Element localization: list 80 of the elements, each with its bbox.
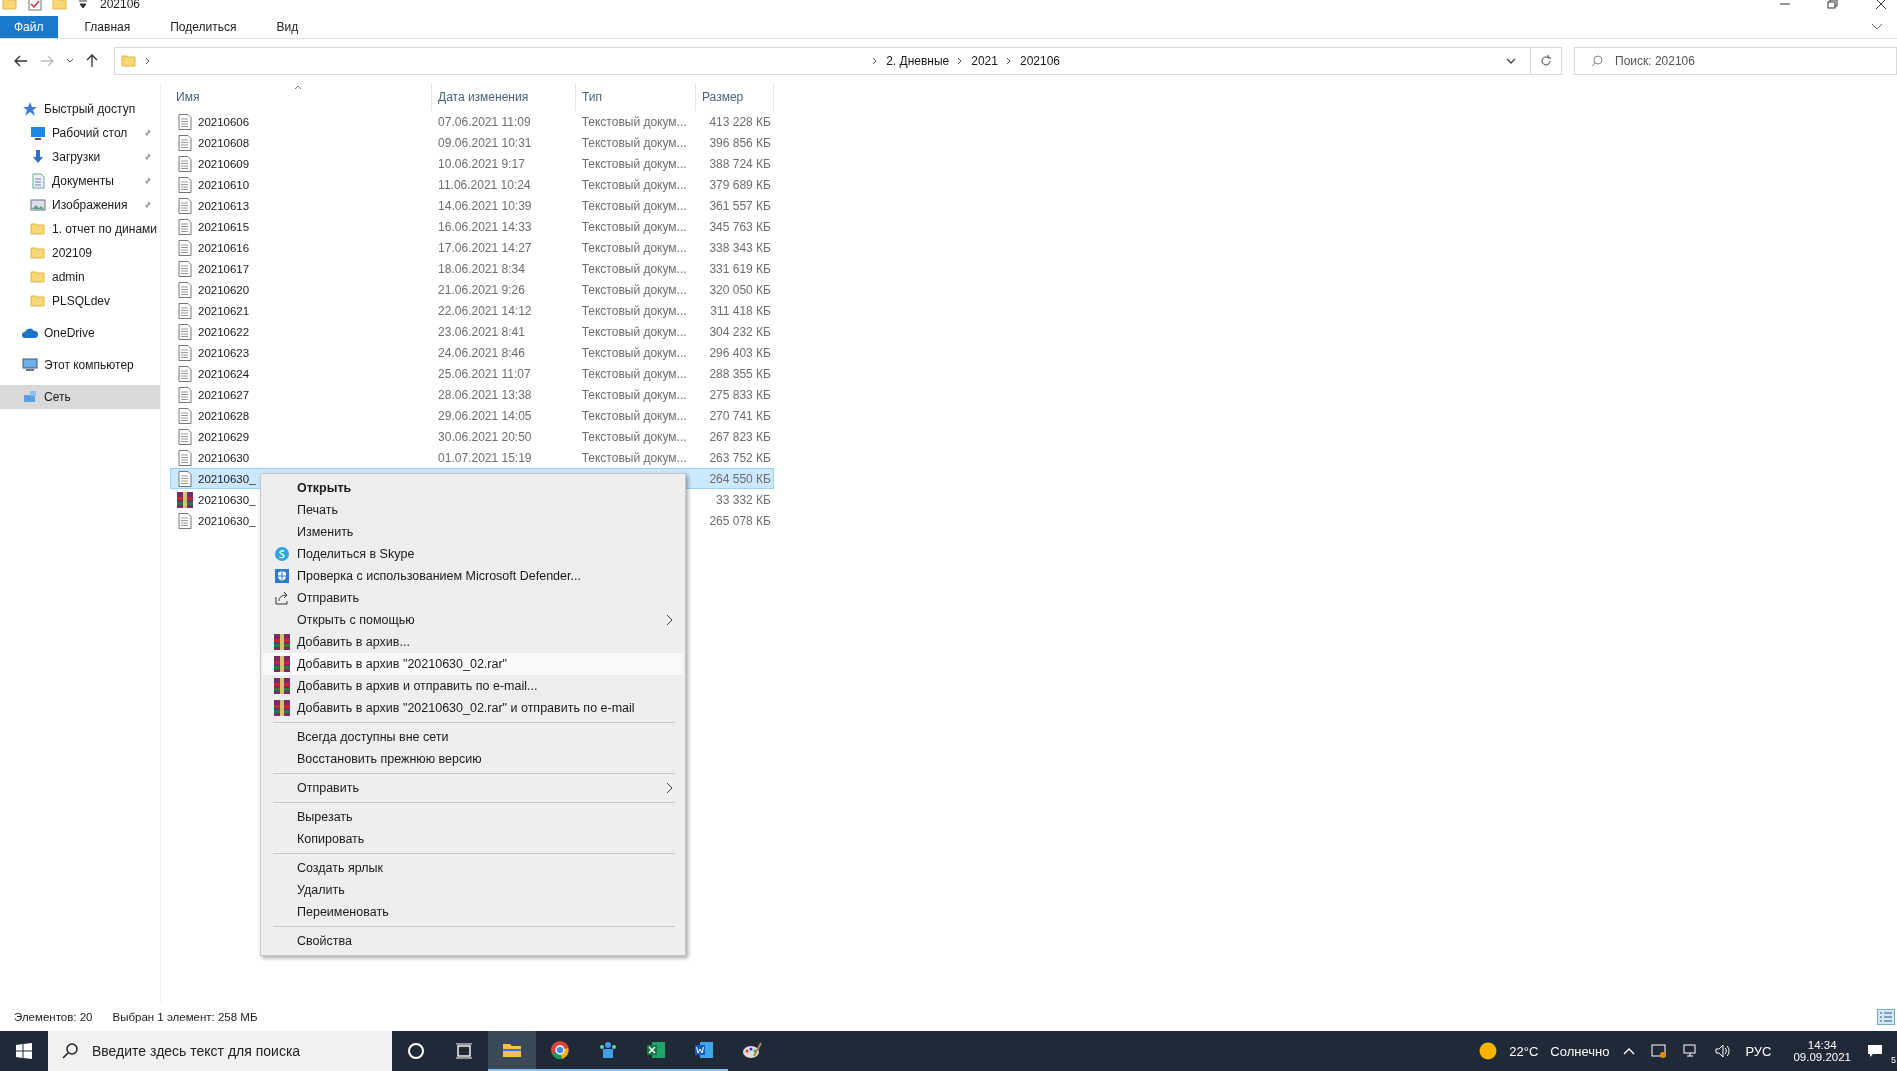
file-type: Текстовый докум...: [581, 408, 687, 423]
file-type: Текстовый докум...: [581, 261, 687, 276]
file-size: 304 232 КБ: [709, 324, 771, 339]
modified-date: 09.06.2021 10:31: [438, 135, 532, 150]
file-type: Текстовый докум...: [581, 429, 687, 444]
status-text: Выбран 1 элемент: 258 МБ: [112, 1011, 258, 1023]
file-size: 296 403 КБ: [709, 345, 771, 360]
file-name: 20210630: [198, 451, 250, 464]
file-size: 311 418 КБ: [710, 303, 771, 318]
modified-date: 16.06.2021 14:33: [438, 219, 532, 234]
file-size: 331 619 КБ: [709, 261, 771, 276]
file-size: 396 856 КБ: [709, 135, 771, 150]
modified-date: 25.06.2021 11:07: [438, 366, 531, 381]
file-size: 320 050 КБ: [709, 282, 771, 297]
file-type: Текстовый докум...: [581, 387, 687, 402]
file-name: 20210621: [198, 304, 250, 317]
file-size: 288 355 КБ: [709, 366, 771, 381]
file-name: 20210630_: [198, 472, 256, 485]
file-type: Текстовый докум...: [581, 366, 687, 381]
file-size: 33 332 КБ: [716, 492, 771, 507]
modified-date: 01.07.2021 15:19: [438, 450, 532, 465]
file-type: Текстовый докум...: [581, 345, 687, 360]
file-name: 20210622: [198, 325, 250, 338]
file-type: Текстовый докум...: [581, 219, 687, 234]
modified-date: 30.06.2021 20:50: [438, 429, 532, 444]
file-name: 20210623: [198, 346, 250, 359]
weather-condition: Солнечно: [1550, 1043, 1610, 1059]
file-size: 379 689 КБ: [709, 177, 771, 192]
file-name: 20210609: [198, 157, 250, 170]
file-name: 20210628: [198, 409, 250, 422]
modified-date: 10.06.2021 9:17: [438, 156, 525, 171]
file-type: Текстовый докум...: [581, 177, 687, 192]
file-size: 388 724 КБ: [709, 156, 771, 171]
file-type: Текстовый докум...: [581, 324, 687, 339]
file-size: 264 550 КБ: [709, 471, 771, 486]
file-size: 338 343 КБ: [709, 240, 771, 255]
file-type: Текстовый докум...: [581, 135, 687, 150]
file-size: 270 741 КБ: [709, 408, 771, 423]
file-name: 20210630_: [198, 514, 256, 527]
modified-date: 11.06.2021 10:24: [438, 177, 531, 192]
file-type: Текстовый докум...: [581, 450, 687, 465]
modified-date: 17.06.2021 14:27: [438, 240, 532, 255]
file-name: 20210606: [198, 115, 250, 128]
file-type: Текстовый докум...: [581, 303, 687, 318]
modified-date: 23.06.2021 8:41: [438, 324, 525, 339]
notification-count: 5: [1890, 1055, 1897, 1065]
file-size: 361 557 КБ: [709, 198, 771, 213]
modified-date: 14.06.2021 10:39: [438, 198, 532, 213]
modified-date: 18.06.2021 8:34: [438, 261, 525, 276]
file-size: 413 228 КБ: [709, 114, 771, 129]
modified-date: 28.06.2021 13:38: [438, 387, 532, 402]
file-name: 20210629: [198, 430, 250, 443]
file-size: 345 763 КБ: [709, 219, 771, 234]
file-name: 20210617: [198, 262, 250, 275]
modified-date: 29.06.2021 14:05: [438, 408, 532, 423]
modified-date: 07.06.2021 11:09: [438, 114, 531, 129]
file-name: 20210615: [198, 220, 250, 233]
file-type: Текстовый докум...: [581, 240, 687, 255]
file-type: Текстовый докум...: [581, 114, 687, 129]
file-name: 20210627: [198, 388, 250, 401]
file-name: 20210620: [198, 283, 250, 296]
modified-date: 21.06.2021 9:26: [438, 282, 525, 297]
file-size: 265 078 КБ: [709, 513, 771, 528]
file-name: 20210616: [198, 241, 250, 254]
file-type: Текстовый докум...: [581, 198, 687, 213]
temperature: 22°C: [1509, 1043, 1539, 1059]
status-text: Элементов: 20: [14, 1011, 93, 1023]
modified-date: 24.06.2021 8:46: [438, 345, 525, 360]
file-name: 20210613: [198, 199, 250, 212]
file-name: 20210630_: [198, 493, 256, 506]
file-size: 275 833 КБ: [709, 387, 771, 402]
file-type: Текстовый докум...: [581, 156, 687, 171]
modified-date: 22.06.2021 14:12: [438, 303, 532, 318]
file-size: 267 823 КБ: [709, 429, 771, 444]
file-type: Текстовый докум...: [581, 282, 687, 297]
file-name: 20210610: [198, 178, 250, 191]
window-title: 202106: [100, 0, 141, 10]
file-name: 20210608: [198, 136, 250, 149]
file-size: 263 752 КБ: [709, 450, 771, 465]
file-name: 20210624: [198, 367, 250, 380]
